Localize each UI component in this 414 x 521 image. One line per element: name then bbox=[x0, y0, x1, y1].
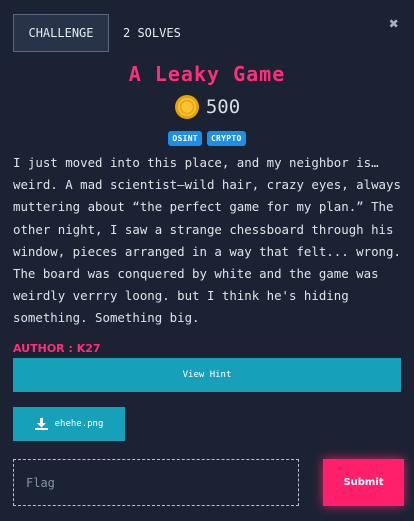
submit-button[interactable]: Submit bbox=[323, 459, 404, 506]
points-value: 500 bbox=[205, 96, 241, 118]
view-hint-button[interactable]: View Hint bbox=[13, 358, 401, 392]
tab-bar: CHALLENGE 2 SOLVES bbox=[13, 14, 181, 52]
challenge-description: I just moved into this place, and my nei… bbox=[13, 155, 401, 326]
tag-osint: OSINT bbox=[168, 131, 202, 146]
flag-input[interactable] bbox=[13, 459, 299, 506]
tab-solves[interactable]: 2 SOLVES bbox=[123, 26, 181, 40]
points-display: 500 bbox=[0, 94, 414, 120]
tag-crypto: CRYPTO bbox=[206, 131, 246, 146]
tab-challenge[interactable]: CHALLENGE bbox=[13, 14, 109, 52]
challenge-title: A Leaky Game bbox=[128, 62, 286, 86]
author-label: AUTHOR : K27 bbox=[13, 342, 101, 355]
coin-icon bbox=[174, 95, 199, 119]
close-icon[interactable]: ✖ bbox=[386, 16, 402, 32]
tag-list: OSINT CRYPTO bbox=[0, 131, 414, 146]
view-hint-label: View Hint bbox=[182, 370, 232, 380]
download-icon bbox=[34, 418, 48, 430]
download-file-button[interactable]: ehehe.png bbox=[13, 407, 125, 441]
file-name-label: ehehe.png bbox=[54, 419, 104, 429]
